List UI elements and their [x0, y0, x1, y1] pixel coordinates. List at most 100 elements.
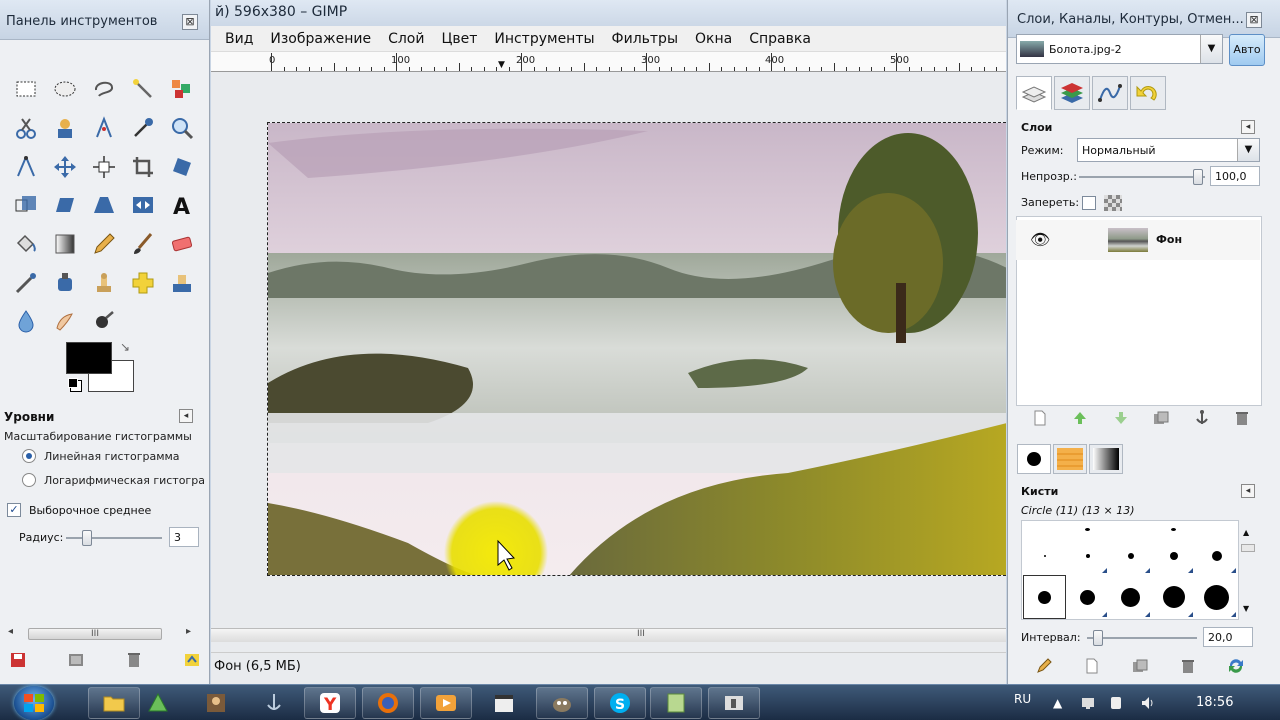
taskbar-yandex-browser[interactable]: Y — [304, 687, 356, 719]
taskbar-skype[interactable]: S — [594, 687, 646, 719]
foreground-select-tool-icon[interactable] — [45, 109, 84, 148]
language-indicator[interactable]: RU — [1014, 681, 1031, 717]
default-colors-icon[interactable] — [68, 378, 78, 388]
rotate-tool-icon[interactable] — [162, 147, 201, 186]
fuzzy-select-tool-icon[interactable] — [123, 70, 162, 109]
tab-undo-history[interactable] — [1130, 76, 1166, 110]
layer-row[interactable]: 👁 Фон — [1016, 220, 1260, 260]
swap-colors-icon[interactable]: ↘ — [120, 340, 130, 354]
save-options-icon[interactable] — [8, 650, 28, 672]
brushes-scroll-thumb[interactable] — [1241, 544, 1255, 552]
lock-alpha-icon[interactable] — [1104, 195, 1122, 211]
radius-input[interactable]: 3 — [169, 527, 199, 547]
brush-item[interactable] — [1109, 575, 1152, 619]
taskbar-app-3[interactable] — [190, 687, 242, 719]
tab-brushes[interactable] — [1017, 444, 1051, 474]
scroll-up-icon[interactable]: ▲ — [1243, 528, 1249, 537]
ellipse-select-tool-icon[interactable] — [45, 70, 84, 109]
brush-item[interactable] — [1109, 521, 1152, 537]
anchor-layer-icon[interactable] — [1192, 408, 1212, 428]
smudge-tool-icon[interactable] — [45, 302, 84, 341]
perspective-tool-icon[interactable] — [84, 186, 123, 225]
tray-network-app-icon[interactable] — [1080, 685, 1096, 720]
image-select-combo[interactable]: Болота.jpg-2 ▼ — [1016, 34, 1223, 64]
edit-brush-icon[interactable] — [1034, 656, 1054, 676]
zoom-tool-icon[interactable] — [162, 109, 201, 148]
spacing-input[interactable]: 20,0 — [1203, 627, 1253, 647]
radius-slider-handle[interactable] — [82, 530, 92, 546]
blur-tool-icon[interactable] — [6, 302, 45, 341]
tray-show-hidden-icon[interactable]: ▲ — [1053, 685, 1062, 720]
lock-pixels-checkbox[interactable] — [1082, 196, 1096, 210]
horizontal-ruler[interactable]: 0 100 200 300 400 500 ▼ — [211, 52, 1006, 72]
linear-histogram-radio[interactable] — [22, 449, 36, 463]
shear-tool-icon[interactable] — [45, 186, 84, 225]
opacity-slider[interactable] — [1079, 169, 1205, 185]
menu-layer[interactable]: Слой — [388, 31, 424, 47]
opacity-input[interactable]: 100,0 — [1210, 166, 1260, 186]
scale-tool-icon[interactable] — [6, 186, 45, 225]
brush-item[interactable] — [1152, 575, 1195, 619]
log-histogram-radio[interactable] — [22, 473, 36, 487]
perspective-clone-tool-icon[interactable] — [162, 263, 201, 302]
paintbrush-tool-icon[interactable] — [123, 225, 162, 264]
measure-tool-icon[interactable] — [6, 147, 45, 186]
new-layer-icon[interactable] — [1030, 408, 1050, 428]
toolbox-titlebar[interactable]: Панель инструментов ⊠ — [0, 0, 209, 40]
chevron-down-icon[interactable]: ▼ — [1200, 35, 1222, 63]
brush-item[interactable] — [1152, 521, 1195, 537]
text-tool-icon[interactable]: A — [162, 186, 201, 225]
taskbar-app-notes[interactable] — [650, 687, 702, 719]
eye-visibility-icon[interactable]: 👁 — [1030, 230, 1050, 249]
bucket-fill-tool-icon[interactable] — [6, 225, 45, 264]
auto-button[interactable]: Авто — [1229, 34, 1265, 66]
menu-filters[interactable]: Фильтры — [612, 31, 678, 47]
brush-item[interactable] — [1066, 521, 1109, 537]
scroll-down-icon[interactable]: ▼ — [1243, 604, 1249, 613]
heal-tool-icon[interactable] — [123, 263, 162, 302]
chevron-down-icon[interactable]: ▼ — [1237, 139, 1259, 161]
brush-item[interactable] — [1023, 521, 1066, 537]
brush-item[interactable] — [1195, 575, 1238, 619]
canvas-area[interactable] — [211, 72, 1006, 628]
delete-brush-icon[interactable] — [1178, 656, 1198, 676]
canvas-hscroll-grip[interactable]: III — [637, 629, 645, 639]
scroll-right-icon[interactable]: ▸ — [186, 626, 191, 637]
spacing-slider[interactable] — [1087, 630, 1197, 646]
taskbar-app-2[interactable] — [132, 687, 184, 719]
brush-item[interactable] — [1195, 521, 1238, 537]
tool-options-collapse-icon[interactable]: ◂ — [179, 409, 193, 423]
delete-layer-icon[interactable] — [1232, 408, 1252, 428]
tab-layers[interactable] — [1016, 76, 1052, 110]
restore-options-icon[interactable] — [66, 650, 86, 672]
tray-volume-icon[interactable] — [1140, 685, 1156, 720]
rect-select-tool-icon[interactable] — [6, 70, 45, 109]
toolbox-close-button[interactable]: ⊠ — [182, 14, 198, 30]
crop-tool-icon[interactable] — [123, 147, 162, 186]
menu-view[interactable]: Вид — [225, 31, 253, 47]
brush-item[interactable] — [1023, 537, 1066, 575]
brush-item[interactable] — [1152, 537, 1195, 575]
color-picker-tool-icon[interactable] — [123, 109, 162, 148]
lower-layer-icon[interactable] — [1111, 408, 1131, 428]
reset-options-icon[interactable] — [182, 650, 202, 672]
duplicate-layer-icon[interactable] — [1151, 408, 1171, 428]
brush-item[interactable] — [1066, 575, 1109, 619]
move-tool-icon[interactable] — [45, 147, 84, 186]
radius-slider[interactable] — [66, 530, 162, 546]
color-area[interactable]: ↘ — [66, 340, 138, 394]
pencil-tool-icon[interactable] — [84, 225, 123, 264]
taskbar-media-player[interactable] — [420, 687, 472, 719]
brush-item[interactable] — [1195, 537, 1238, 575]
brushes-panel-menu-icon[interactable]: ◂ — [1241, 484, 1255, 498]
taskbar-app-key[interactable] — [708, 687, 760, 719]
menu-colors[interactable]: Цвет — [441, 31, 477, 47]
paths-tool-icon[interactable] — [84, 109, 123, 148]
tab-channels[interactable] — [1054, 76, 1090, 110]
raise-layer-icon[interactable] — [1070, 408, 1090, 428]
duplicate-brush-icon[interactable] — [1130, 656, 1150, 676]
clone-tool-icon[interactable] — [84, 263, 123, 302]
taskbar-video-editor[interactable] — [478, 687, 530, 719]
scissors-tool-icon[interactable] — [6, 109, 45, 148]
layer-mode-select[interactable]: Нормальный ▼ — [1077, 138, 1260, 162]
